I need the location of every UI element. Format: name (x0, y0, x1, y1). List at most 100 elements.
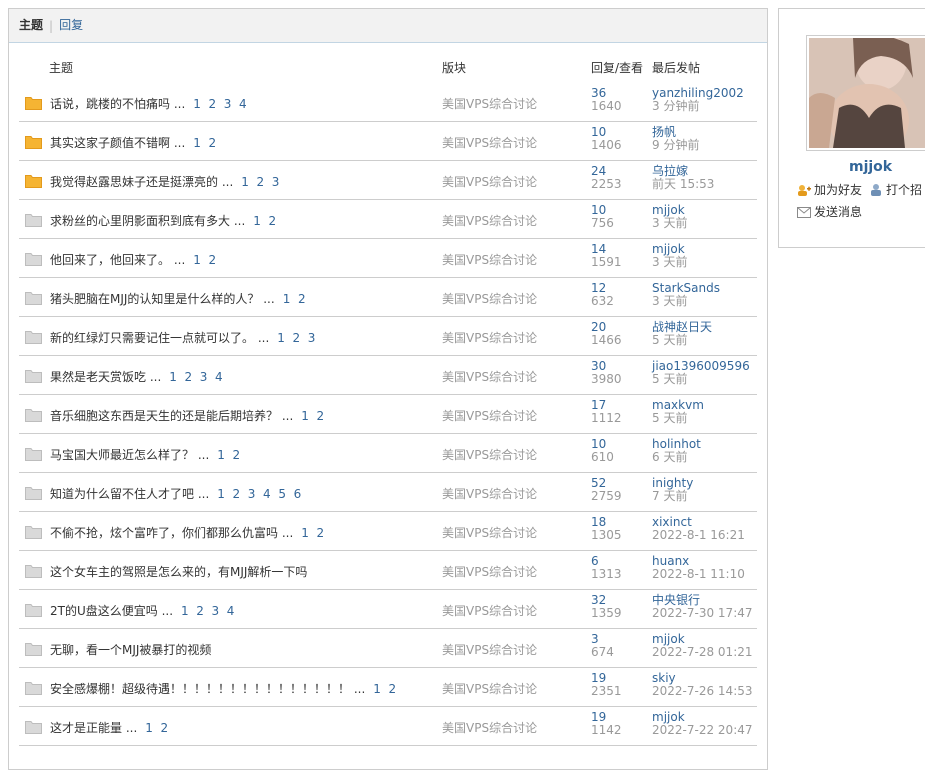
last-post-time[interactable]: 2022-7-28 01:21 (652, 646, 753, 659)
last-post-time[interactable]: 2022-8-1 11:10 (652, 568, 745, 581)
thread-pages[interactable]: 1 2 (253, 214, 276, 228)
last-post-time[interactable]: 2022-7-30 17:47 (652, 607, 753, 620)
thread-board[interactable]: 美国VPS综合讨论 (442, 290, 537, 307)
thread-title-text[interactable]: 他回来了，他回来了。 ... (50, 253, 185, 267)
last-post-time[interactable]: 3 分钟前 (652, 100, 699, 113)
thread-board[interactable]: 美国VPS综合讨论 (442, 407, 537, 424)
last-post-time[interactable]: 3 天前 (652, 256, 687, 269)
table-row: 这个女车主的驾照是怎么来的，有MJJ解析一下吗 美国VPS综合讨论 6 1313 hua… (19, 551, 757, 590)
last-post-time[interactable]: 前天 15:53 (652, 178, 714, 191)
thread-title-text[interactable]: 其实这家子颜值不错啊 ... (50, 136, 185, 150)
thread-pages[interactable]: 1 2 3 4 (181, 604, 234, 618)
thread-title[interactable]: 无聊，看一个MJJ被暴打的视频 (50, 641, 219, 658)
thread-board[interactable]: 美国VPS综合讨论 (442, 134, 537, 151)
thread-title-text[interactable]: 这个女车主的驾照是怎么来的，有MJJ解析一下吗 (50, 565, 307, 579)
add-friend-link[interactable]: 加为好友 (797, 181, 862, 198)
thread-pages[interactable]: 1 2 3 4 (193, 97, 246, 111)
thread-title[interactable]: 这个女车主的驾照是怎么来的，有MJJ解析一下吗 (50, 563, 315, 580)
thread-board[interactable]: 美国VPS综合讨论 (442, 173, 537, 190)
thread-pages[interactable]: 1 2 (193, 253, 216, 267)
thread-board[interactable]: 美国VPS综合讨论 (442, 680, 537, 697)
table-row: 这才是正能量 ... 1 2 美国VPS综合讨论 19 1142 mjjok 2022-7-… (19, 707, 757, 746)
thread-board[interactable]: 美国VPS综合讨论 (442, 446, 537, 463)
thread-board[interactable]: 美国VPS综合讨论 (442, 95, 537, 112)
last-post-time[interactable]: 3 天前 (652, 217, 687, 230)
view-count: 1591 (591, 255, 622, 269)
last-post-time[interactable]: 9 分钟前 (652, 139, 699, 152)
thread-pages[interactable]: 1 2 (301, 409, 324, 423)
thread-board[interactable]: 美国VPS综合讨论 (442, 719, 537, 736)
last-post-time[interactable]: 2022-7-22 20:47 (652, 724, 753, 737)
greet-link[interactable]: 打个招 (869, 181, 922, 198)
thread-title[interactable]: 音乐细胞这东西是天生的还是能后期培养？ ... 1 2 (50, 407, 324, 424)
last-post-time[interactable]: 5 天前 (652, 373, 687, 386)
thread-board[interactable]: 美国VPS综合讨论 (442, 602, 537, 619)
thread-title-text[interactable]: 话说，跳楼的不怕痛吗 ... (50, 97, 185, 111)
thread-title[interactable]: 2T的U盘这么便宜吗 ... 1 2 3 4 (50, 602, 234, 619)
thread-title-text[interactable]: 新的红绿灯只需要记住一点就可以了。 ... (50, 331, 269, 345)
thread-pages[interactable]: 1 2 (283, 292, 306, 306)
last-post-time[interactable]: 3 天前 (652, 295, 687, 308)
thread-title[interactable]: 话说，跳楼的不怕痛吗 ... 1 2 3 4 (50, 95, 247, 112)
thread-title[interactable]: 果然是老天赏饭吃 ... 1 2 3 4 (50, 368, 223, 385)
thread-title-text[interactable]: 音乐细胞这东西是天生的还是能后期培养？ ... (50, 409, 293, 423)
thread-pages[interactable]: 1 2 (373, 682, 396, 696)
last-post-time[interactable]: 7 天前 (652, 490, 687, 503)
thread-title-text[interactable]: 无聊，看一个MJJ被暴打的视频 (50, 643, 211, 657)
thread-title-text[interactable]: 我觉得赵露思妹子还是挺漂亮的 ... (50, 175, 233, 189)
thread-pages[interactable]: 1 2 (301, 526, 324, 540)
thread-board[interactable]: 美国VPS综合讨论 (442, 329, 537, 346)
thread-title[interactable]: 我觉得赵露思妹子还是挺漂亮的 ... 1 2 3 (50, 173, 279, 190)
thread-pages[interactable]: 1 2 (145, 721, 168, 735)
thread-pages[interactable]: 1 2 3 (241, 175, 279, 189)
profile-username[interactable]: mjjok (849, 159, 892, 175)
thread-title[interactable]: 猪头肥脑在MJJ的认知里是什么样的人？ ... 1 2 (50, 290, 306, 307)
last-post-time[interactable]: 2022-8-1 16:21 (652, 529, 745, 542)
thread-pages[interactable]: 1 2 (193, 136, 216, 150)
thread-pages[interactable]: 1 2 3 4 (169, 370, 222, 384)
thread-pages[interactable]: 1 2 (217, 448, 240, 462)
avatar[interactable] (809, 38, 925, 148)
thread-board[interactable]: 美国VPS综合讨论 (442, 368, 537, 385)
thread-title[interactable]: 这才是正能量 ... 1 2 (50, 719, 168, 736)
thread-board[interactable]: 美国VPS综合讨论 (442, 563, 537, 580)
thread-title-text[interactable]: 猪头肥脑在MJJ的认知里是什么样的人？ ... (50, 292, 275, 306)
thread-title-text[interactable]: 求粉丝的心里阴影面积到底有多大 ... (50, 214, 245, 228)
thread-board[interactable]: 美国VPS综合讨论 (442, 485, 537, 502)
thread-board[interactable]: 美国VPS综合讨论 (442, 641, 537, 658)
thread-title-text[interactable]: 马宝国大师最近怎么样了？ ... (50, 448, 209, 462)
last-post-time[interactable]: 6 天前 (652, 451, 687, 464)
thread-title-text[interactable]: 安全感爆棚！超级待遇！！！！！！！！！！！！！！！ ... (50, 682, 365, 696)
thread-title-text[interactable]: 这才是正能量 ... (50, 721, 137, 735)
thread-title[interactable]: 安全感爆棚！超级待遇！！！！！！！！！！！！！！！ ... 1 2 (50, 680, 396, 697)
thread-board[interactable]: 美国VPS综合讨论 (442, 212, 537, 229)
last-post-time[interactable]: 2022-7-26 14:53 (652, 685, 753, 698)
hot-folder-icon (25, 136, 42, 149)
send-message-link[interactable]: 发送消息 (797, 203, 862, 220)
profile-card: mjjok 加为好友 打个招 发送消息 (778, 8, 925, 248)
view-count: 632 (591, 294, 614, 308)
last-post-time[interactable]: 5 天前 (652, 334, 687, 347)
thread-pages[interactable]: 1 2 3 4 5 6 (217, 487, 301, 501)
thread-title[interactable]: 新的红绿灯只需要记住一点就可以了。 ... 1 2 3 (50, 329, 315, 346)
thread-board[interactable]: 美国VPS综合讨论 (442, 251, 537, 268)
thread-title[interactable]: 他回来了，他回来了。 ... 1 2 (50, 251, 216, 268)
thread-title[interactable]: 马宝国大师最近怎么样了？ ... 1 2 (50, 446, 240, 463)
thread-pages[interactable]: 1 2 3 (277, 331, 315, 345)
tab-topics[interactable]: 主题 (19, 9, 43, 42)
last-post-time[interactable]: 5 天前 (652, 412, 687, 425)
thread-title-text[interactable]: 知道为什么留不住人才了吧 ... (50, 487, 209, 501)
view-count: 1112 (591, 411, 622, 425)
thread-title-text[interactable]: 2T的U盘这么便宜吗 ... (50, 604, 173, 618)
thread-title-text[interactable]: 不偷不抢，炫个富咋了，你们都那么仇富吗 ... (50, 526, 293, 540)
tab-replies[interactable]: 回复 (59, 9, 83, 42)
view-count: 1142 (591, 723, 622, 737)
thread-title-text[interactable]: 果然是老天赏饭吃 ... (50, 370, 161, 384)
folder-icon (25, 643, 42, 656)
thread-title[interactable]: 知道为什么留不住人才了吧 ... 1 2 3 4 5 6 (50, 485, 301, 502)
thread-title[interactable]: 求粉丝的心里阴影面积到底有多大 ... 1 2 (50, 212, 276, 229)
thread-title[interactable]: 其实这家子颜值不错啊 ... 1 2 (50, 134, 216, 151)
thread-board[interactable]: 美国VPS综合讨论 (442, 524, 537, 541)
folder-icon (25, 253, 42, 266)
thread-title[interactable]: 不偷不抢，炫个富咋了，你们都那么仇富吗 ... 1 2 (50, 524, 324, 541)
